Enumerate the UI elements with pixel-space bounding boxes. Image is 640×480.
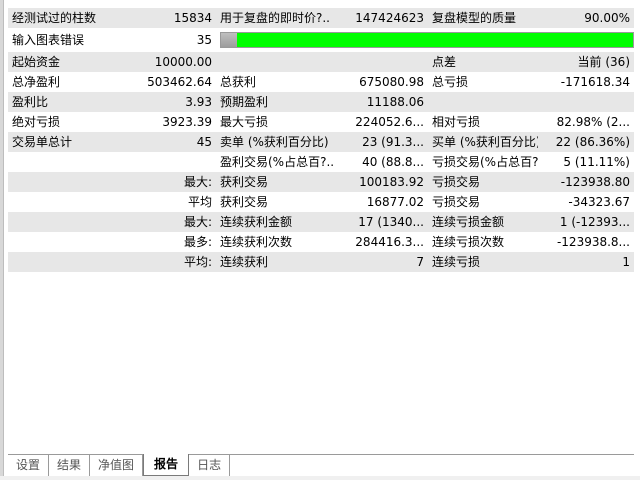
table-row: 输入图表错误 35 (8, 28, 634, 52)
modelling-quality-value: 90.00% (538, 8, 634, 28)
largest-loss-trade-label: 亏损交易 (428, 172, 538, 192)
table-row: 最大: 连续获利金额 17 (1340... 连续亏损金额 1 (-12393.… (8, 212, 634, 232)
tab-graph[interactable]: 净值图 (90, 455, 144, 476)
relative-drawdown-value: 82.98% (2... (538, 112, 634, 132)
maximal-consecutive-loss-value: -123938.8... (538, 232, 634, 252)
average-consecutive-prefix: 平均: (112, 252, 216, 272)
average-loss-trade-value: -34323.67 (538, 192, 634, 212)
total-net-profit-value: 503462.64 (112, 72, 216, 92)
initial-deposit-value: 10000.00 (112, 52, 216, 72)
modelling-quality-bar-empty (221, 33, 238, 47)
average-prefix: 平均 (112, 192, 216, 212)
table-row: 平均: 连续获利 7 连续亏损 1 (8, 252, 634, 272)
average-consecutive-losses-label: 连续亏损 (428, 252, 538, 272)
spread-value: 当前 (36) (538, 52, 634, 72)
chart-errors-label: 输入图表错误 (8, 28, 112, 52)
short-positions-value: 23 (91.3... (344, 132, 428, 152)
expected-payoff-value: 11188.06 (344, 92, 428, 112)
long-positions-label: 买单 (%获利百分比) (428, 132, 538, 152)
table-row: 起始资金 10000.00 点差 当前 (36) (8, 52, 634, 72)
chart-errors-value: 35 (112, 28, 216, 52)
tab-settings[interactable]: 设置 (8, 455, 50, 476)
window-bottom-border (0, 476, 640, 480)
average-consecutive-wins-label: 连续获利 (216, 252, 344, 272)
total-trades-value: 45 (112, 132, 216, 152)
ticks-modelled-label: 用于复盘的即时价?.. (216, 8, 344, 28)
average-loss-trade-label: 亏损交易 (428, 192, 538, 212)
average-profit-trade-label: 获利交易 (216, 192, 344, 212)
tab-results[interactable]: 结果 (49, 455, 91, 476)
profit-trades-label: 盈利交易(%占总百?.. (216, 152, 344, 172)
largest-loss-trade-value: -123938.80 (538, 172, 634, 192)
maximal-consecutive-profit-label: 连续获利次数 (216, 232, 344, 252)
maximal-prefix: 最多: (112, 232, 216, 252)
profit-trades-value: 40 (88.8... (344, 152, 428, 172)
total-trades-label: 交易单总计 (8, 132, 112, 152)
table-row: 总净盈利 503462.64 总获利 675080.98 总亏损 -171618… (8, 72, 634, 92)
largest-profit-trade-label: 获利交易 (216, 172, 344, 192)
table-row: 交易单总计 45 卖单 (%获利百分比) 23 (91.3... 买单 (%获利… (8, 132, 634, 152)
gross-loss-label: 总亏损 (428, 72, 538, 92)
loss-trades-label: 亏损交易(%占总百?.. (428, 152, 538, 172)
bars-tested-value: 15834 (112, 8, 216, 28)
max-consecutive-wins-value: 17 (1340... (344, 212, 428, 232)
maximal-consecutive-profit-value: 284416.3... (344, 232, 428, 252)
profit-factor-value: 3.93 (112, 92, 216, 112)
average-consecutive-losses-value: 1 (538, 252, 634, 272)
average-profit-trade-value: 16877.02 (344, 192, 428, 212)
long-positions-value: 22 (86.36%) (538, 132, 634, 152)
maximal-consecutive-loss-label: 连续亏损次数 (428, 232, 538, 252)
max-consecutive-losses-label: 连续亏损金额 (428, 212, 538, 232)
largest-profit-trade-value: 100183.92 (344, 172, 428, 192)
gross-profit-value: 675080.98 (344, 72, 428, 92)
gross-loss-value: -171618.34 (538, 72, 634, 92)
maximal-drawdown-value: 224052.6... (344, 112, 428, 132)
profit-factor-label: 盈利比 (8, 92, 112, 112)
report-table: 经测试过的柱数 15834 用于复盘的即时价?.. 147424623 复盘模型… (8, 8, 634, 272)
maximal-drawdown-label: 最大亏损 (216, 112, 344, 132)
total-net-profit-label: 总净盈利 (8, 72, 112, 92)
absolute-drawdown-label: 绝对亏损 (8, 112, 112, 132)
tab-report[interactable]: 报告 (143, 454, 190, 476)
modelling-quality-label: 复盘模型的质量 (428, 8, 538, 28)
expected-payoff-label: 预期盈利 (216, 92, 344, 112)
ticks-modelled-value: 147424623 (344, 8, 428, 28)
max-consecutive-losses-value: 1 (-12393... (538, 212, 634, 232)
table-row: 最多: 连续获利次数 284416.3... 连续亏损次数 -123938.8.… (8, 232, 634, 252)
table-row: 绝对亏损 3923.39 最大亏损 224052.6... 相对亏损 82.98… (8, 112, 634, 132)
table-row: 盈利交易(%占总百?.. 40 (88.8... 亏损交易(%占总百?.. 5 … (8, 152, 634, 172)
window-left-edge (0, 0, 4, 480)
table-row: 平均 获利交易 16877.02 亏损交易 -34323.67 (8, 192, 634, 212)
modelling-quality-bar (220, 32, 634, 48)
table-row: 盈利比 3.93 预期盈利 11188.06 (8, 92, 634, 112)
bars-tested-label: 经测试过的柱数 (8, 8, 112, 28)
absolute-drawdown-value: 3923.39 (112, 112, 216, 132)
largest-prefix: 最大: (112, 172, 216, 192)
gross-profit-label: 总获利 (216, 72, 344, 92)
loss-trades-value: 5 (11.11%) (538, 152, 634, 172)
average-consecutive-wins-value: 7 (344, 252, 428, 272)
relative-drawdown-label: 相对亏损 (428, 112, 538, 132)
maximum-prefix: 最大: (112, 212, 216, 232)
spread-label: 点差 (428, 52, 538, 72)
short-positions-label: 卖单 (%获利百分比) (216, 132, 344, 152)
table-row: 最大: 获利交易 100183.92 亏损交易 -123938.80 (8, 172, 634, 192)
tester-tab-bar: 设置 结果 净值图 报告 日志 (8, 454, 634, 476)
max-consecutive-wins-label: 连续获利金额 (216, 212, 344, 232)
tab-journal[interactable]: 日志 (189, 455, 231, 476)
table-row: 经测试过的柱数 15834 用于复盘的即时价?.. 147424623 复盘模型… (8, 8, 634, 28)
initial-deposit-label: 起始资金 (8, 52, 112, 72)
